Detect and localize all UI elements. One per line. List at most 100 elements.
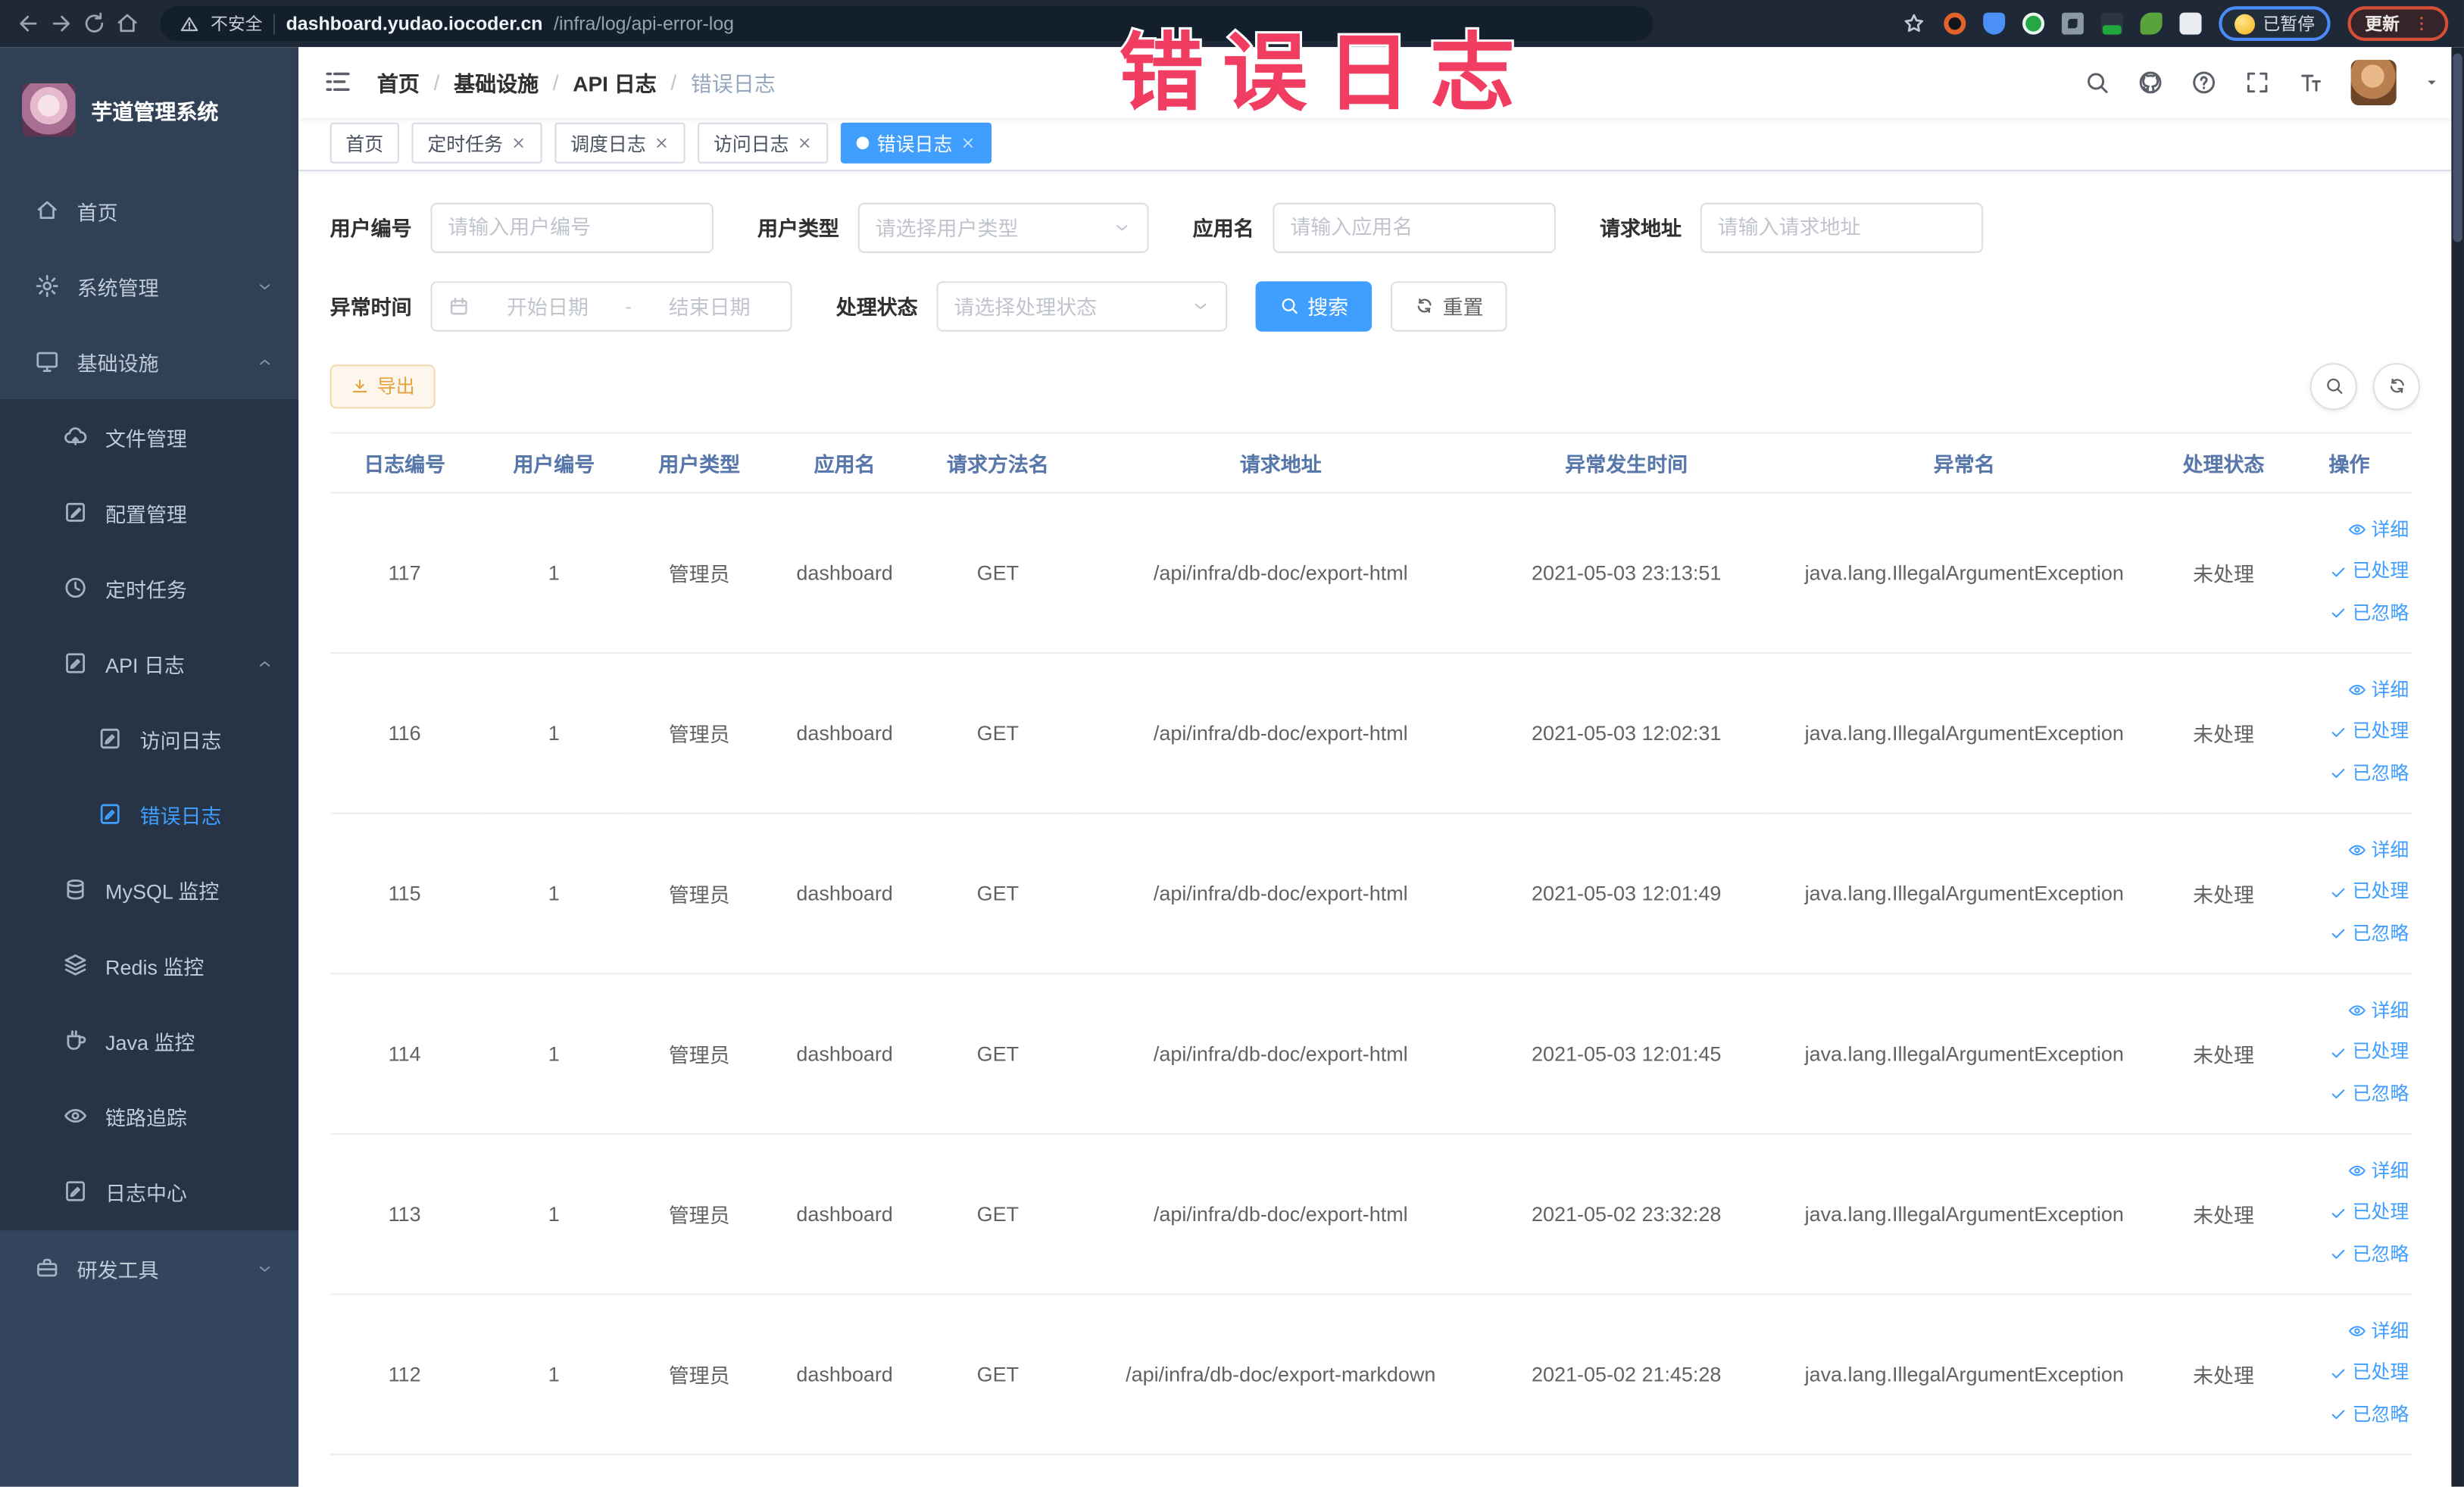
action-processed[interactable]: 已处理 <box>2329 1033 2409 1073</box>
app-name-input[interactable] <box>1273 201 1556 252</box>
search-button[interactable]: 搜索 <box>1255 280 1373 331</box>
close-icon[interactable] <box>797 136 813 152</box>
scrollbar[interactable] <box>2451 47 2464 1487</box>
table-row: 114 1 管理员 dashboard GET/api/infra/db-doc/exp… <box>329 973 2412 1135</box>
sidebar-item-error-log[interactable]: 错误日志 <box>0 776 299 852</box>
action-detail[interactable]: 详细 <box>2347 511 2409 550</box>
tab-访问日志[interactable]: 访问日志 <box>698 123 829 164</box>
extension-icon[interactable] <box>2100 12 2123 35</box>
close-icon[interactable] <box>511 136 526 152</box>
action-detail[interactable]: 详细 <box>2347 831 2409 870</box>
app-logo-row[interactable]: 芋道管理系统 <box>0 47 298 173</box>
action-detail[interactable]: 详细 <box>2347 670 2409 710</box>
sidebar-item-trace[interactable]: 链路追踪 <box>0 1078 299 1154</box>
sidebar-item-log-center[interactable]: 日志中心 <box>0 1153 299 1229</box>
action-processed[interactable]: 已处理 <box>2329 873 2409 912</box>
extension-icon[interactable] <box>1983 12 2006 35</box>
action-processed[interactable]: 已处理 <box>2329 712 2409 751</box>
reset-button[interactable]: 重置 <box>1391 280 1507 331</box>
help-icon[interactable] <box>2191 69 2217 95</box>
sidebar-item-config[interactable]: 配置管理 <box>0 474 299 551</box>
chevron-down-icon[interactable] <box>2423 73 2441 91</box>
cell-status: 未处理 <box>2160 973 2287 1135</box>
sidebar-item-devtools[interactable]: 研发工具 <box>0 1230 298 1306</box>
sidebar-item-file[interactable]: 文件管理 <box>0 398 299 475</box>
scrollbar-thumb[interactable] <box>2453 53 2462 242</box>
sidebar-bottom-section: 研发工具 <box>0 1229 299 1487</box>
user-type-select[interactable]: 请选择用户类型 <box>857 201 1149 252</box>
action-ignored[interactable]: 已忽略 <box>2329 1235 2409 1274</box>
action-processed[interactable]: 已处理 <box>2329 1193 2409 1232</box>
extension-icon[interactable] <box>2022 12 2045 35</box>
eye-icon <box>2347 1001 2366 1020</box>
action-detail[interactable]: 详细 <box>2347 1312 2409 1351</box>
tab-错误日志[interactable]: 错误日志 <box>841 123 992 164</box>
user-avatar[interactable] <box>2350 59 2397 105</box>
export-button[interactable]: 导出 <box>329 364 436 408</box>
extension-icon[interactable] <box>1944 12 1966 35</box>
top-navbar: 首页 / 基础设施 / API 日志 / 错误日志 <box>298 47 2464 118</box>
sidebar-item-java[interactable]: Java 监控 <box>0 1002 299 1079</box>
sidebar-item-infra[interactable]: 基础设施 <box>0 323 298 399</box>
github-icon[interactable] <box>2137 69 2163 95</box>
action-ignored[interactable]: 已忽略 <box>2329 1075 2409 1114</box>
sidebar-item-system[interactable]: 系统管理 <box>0 248 298 324</box>
browser-back-icon[interactable] <box>16 11 41 36</box>
breadcrumb-item[interactable]: 首页 <box>377 67 420 98</box>
emoji-face-icon <box>2234 13 2256 34</box>
sidebar-item-redis[interactable]: Redis 监控 <box>0 927 299 1003</box>
toggle-search-button[interactable] <box>2309 362 2357 410</box>
tab-调度日志[interactable]: 调度日志 <box>554 123 685 164</box>
tab-首页[interactable]: 首页 <box>329 123 399 164</box>
update-button[interactable]: 更新 <box>2347 6 2449 41</box>
filter-app-name: 应用名 <box>1193 201 1556 252</box>
breadcrumb-item[interactable]: 基础设施 <box>454 67 539 98</box>
paused-badge[interactable]: 已暂停 <box>2219 6 2331 41</box>
url-path: /infra/log/api-error-log <box>554 12 735 35</box>
sidebar-item-api-log[interactable]: API 日志 <box>0 625 299 701</box>
action-ignored[interactable]: 已忽略 <box>2329 754 2409 793</box>
browser-menu-icon[interactable] <box>2412 13 2431 35</box>
breadcrumb-separator: / <box>552 70 559 95</box>
sidebar-item-job[interactable]: 定时任务 <box>0 550 299 626</box>
request-url-input[interactable] <box>1700 201 1984 252</box>
browser-reload-icon[interactable] <box>82 11 107 36</box>
action-processed[interactable]: 已处理 <box>2329 1354 2409 1393</box>
table-row: 116 1 管理员 dashboard GET/api/infra/db-doc/exp… <box>329 652 2412 814</box>
refresh-table-button[interactable] <box>2372 362 2420 410</box>
search-icon[interactable] <box>2084 69 2110 95</box>
action-ignored[interactable]: 已忽略 <box>2329 914 2409 954</box>
action-detail[interactable]: 详细 <box>2347 1151 2409 1191</box>
fullscreen-icon[interactable] <box>2244 69 2271 95</box>
date-range-picker[interactable]: 开始日期 - 结束日期 <box>430 280 792 331</box>
breadcrumb-item[interactable]: API 日志 <box>573 67 657 98</box>
browser-home-icon[interactable] <box>114 11 139 36</box>
cell-method: GET <box>919 1133 1077 1295</box>
bookmark-star-icon[interactable] <box>1901 11 1926 36</box>
gear-icon <box>35 273 60 298</box>
process-status-select[interactable]: 请选择处理状态 <box>936 280 1228 331</box>
font-size-icon[interactable] <box>2297 69 2324 95</box>
extension-icon[interactable] <box>2061 12 2084 35</box>
action-processed[interactable]: 已处理 <box>2329 552 2409 592</box>
sidebar-collapse-icon[interactable] <box>322 67 353 98</box>
action-detail[interactable]: 详细 <box>2347 992 2409 1031</box>
user-id-input[interactable] <box>430 201 714 252</box>
browser-forward-icon[interactable] <box>48 11 73 36</box>
filter-label: 请求地址 <box>1600 217 1682 241</box>
extensions-puzzle-icon[interactable] <box>2179 12 2202 35</box>
cell-status: 未处理 <box>2160 652 2287 814</box>
sidebar-item-label: 日志中心 <box>105 1181 187 1205</box>
action-ignored[interactable]: 已忽略 <box>2329 594 2409 633</box>
row-actions: 详细 已处理 已忽略 <box>2286 492 2412 654</box>
action-ignored[interactable]: 已忽略 <box>2329 1395 2409 1435</box>
close-icon[interactable] <box>960 136 976 152</box>
extension-icon[interactable] <box>2140 12 2163 35</box>
sidebar-item-access-log[interactable]: 访问日志 <box>0 701 299 776</box>
sidebar-item-mysql[interactable]: MySQL 监控 <box>0 851 299 928</box>
close-icon[interactable] <box>654 136 670 152</box>
sidebar-item-home[interactable]: 首页 <box>0 173 298 248</box>
tab-定时任务[interactable]: 定时任务 <box>411 123 542 164</box>
row-actions: 详细 已处理 已忽略 <box>2286 813 2412 975</box>
address-bar[interactable]: 不安全 dashboard.yudao.iocoder.cn/infra/log… <box>160 6 1654 41</box>
